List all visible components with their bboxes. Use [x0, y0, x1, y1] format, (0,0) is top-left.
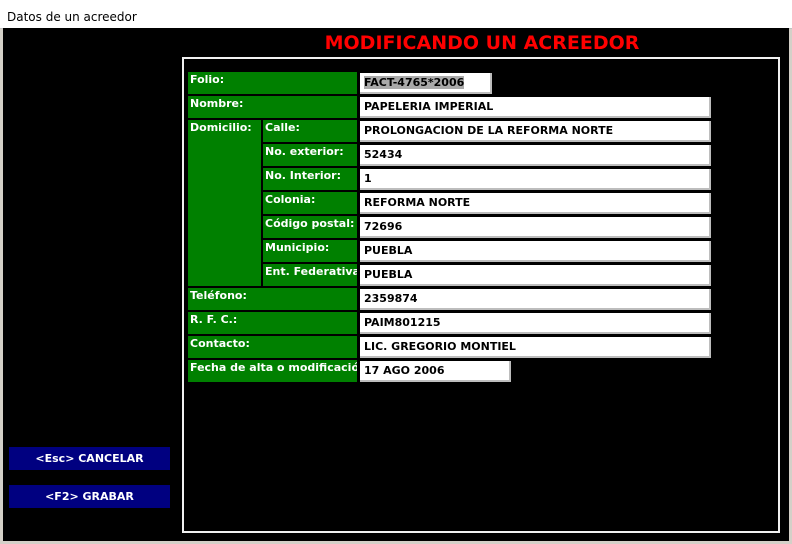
label-municipio: Municipio:	[263, 240, 357, 262]
label-telefono: Teléfono:	[188, 288, 357, 310]
folio-value: FACT-4765*2006	[364, 76, 465, 89]
label-ent-federativa: Ent. Federativa:	[263, 264, 357, 286]
folio-field[interactable]: FACT-4765*2006	[360, 73, 492, 94]
save-button[interactable]: <F2> GRABAR	[9, 485, 170, 508]
cancel-button[interactable]: <Esc> CANCELAR	[9, 447, 170, 470]
contacto-field[interactable]: LIC. GREGORIO MONTIEL	[360, 337, 711, 358]
label-no-interior: No. Interior:	[263, 168, 357, 190]
label-nombre: Nombre:	[188, 96, 357, 118]
telefono-field[interactable]: 2359874	[360, 289, 711, 310]
form-heading: MODIFICANDO UN ACREEDOR	[324, 32, 640, 54]
colonia-field[interactable]: REFORMA NORTE	[360, 193, 711, 214]
ent-federativa-field[interactable]: PUEBLA	[360, 265, 711, 286]
title-bar: Datos de un acreedor	[0, 0, 792, 29]
municipio-field[interactable]: PUEBLA	[360, 241, 711, 262]
label-calle: Calle:	[263, 120, 357, 142]
nombre-field[interactable]: PAPELERIA IMPERIAL	[360, 97, 711, 118]
label-folio: Folio:	[188, 72, 357, 94]
app-window: Datos de un acreedor MODIFICANDO UN ACRE…	[0, 0, 792, 544]
label-codigo-postal: Código postal:	[263, 216, 357, 238]
no-exterior-field[interactable]: 52434	[360, 145, 711, 166]
label-rfc: R. F. C.:	[188, 312, 357, 334]
window-title: Datos de un acreedor	[7, 10, 137, 24]
codigo-postal-field[interactable]: 72696	[360, 217, 711, 238]
rfc-field[interactable]: PAIM801215	[360, 313, 711, 334]
fecha-field[interactable]: 17 AGO 2006	[360, 361, 511, 382]
calle-field[interactable]: PROLONGACION DE LA REFORMA NORTE	[360, 121, 711, 142]
label-no-exterior: No. exterior:	[263, 144, 357, 166]
label-contacto: Contacto:	[188, 336, 357, 358]
label-fecha: Fecha de alta o modificación:	[188, 360, 357, 382]
no-interior-field[interactable]: 1	[360, 169, 711, 190]
label-domicilio: Domicilio:	[188, 120, 261, 286]
label-colonia: Colonia:	[263, 192, 357, 214]
